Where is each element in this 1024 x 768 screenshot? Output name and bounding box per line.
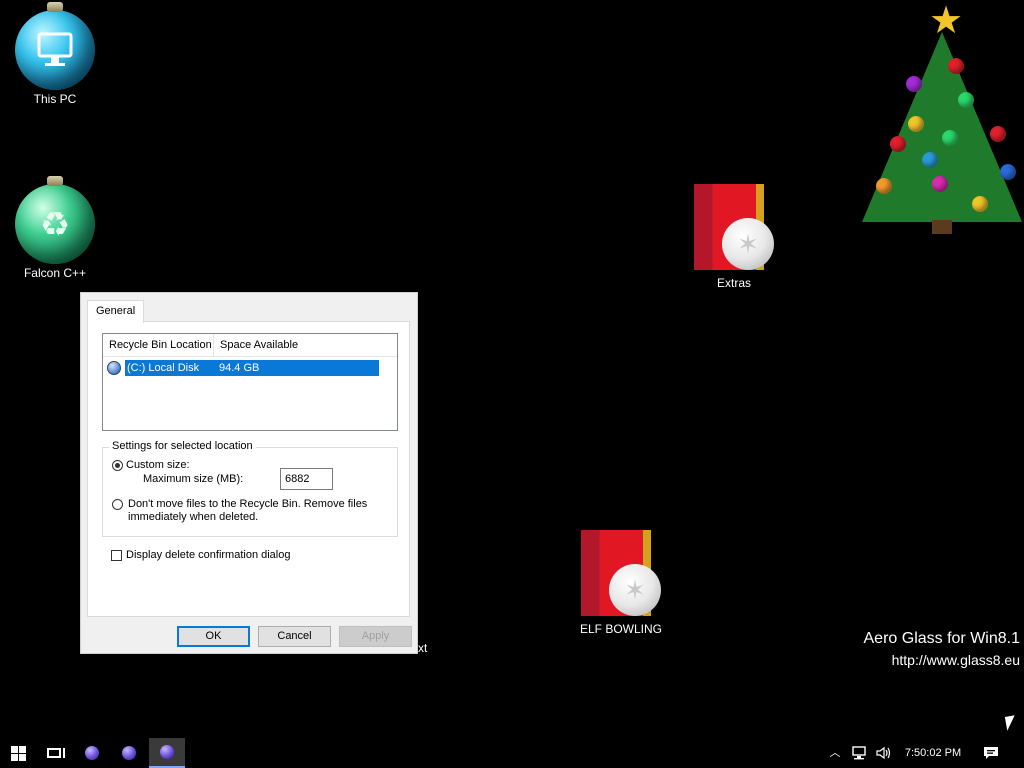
network-button[interactable]: [848, 738, 870, 768]
settings-group: Settings for selected location Custom si…: [102, 440, 398, 537]
cancel-button[interactable]: Cancel: [258, 626, 331, 647]
custom-size-radio[interactable]: [112, 459, 123, 471]
settings-group-title: Settings for selected location: [109, 440, 256, 452]
column-header-space[interactable]: Space Available: [214, 334, 397, 356]
mouse-cursor-icon: [1004, 715, 1018, 731]
volume-button[interactable]: [872, 738, 894, 768]
partial-desktop-label: xt: [418, 641, 428, 655]
ok-button[interactable]: OK: [177, 626, 250, 647]
max-size-input[interactable]: 6882: [280, 468, 333, 490]
app-orb-icon: [122, 746, 136, 760]
gift-ornament-icon: [694, 184, 774, 274]
list-header: Recycle Bin Location Space Available: [103, 334, 397, 357]
show-hidden-icons-button[interactable]: ︿: [826, 738, 844, 768]
svg-text:♻: ♻: [40, 205, 70, 245]
general-tab-panel: Recycle Bin Location Space Available (C:…: [87, 321, 410, 617]
star-icon: ★: [929, 0, 964, 42]
dont-move-label: Don't move files to the Recycle Bin. Rem…: [128, 498, 368, 523]
column-header-location[interactable]: Recycle Bin Location: [103, 334, 214, 356]
custom-size-label: Custom size:: [126, 459, 190, 471]
location-cell: (C:) Local Disk: [127, 362, 200, 374]
watermark-title: Aero Glass for Win8.1: [863, 630, 1021, 647]
clock[interactable]: 7:50:02 PM: [898, 738, 968, 768]
action-center-icon: [984, 747, 998, 760]
app-orb-icon: [85, 746, 99, 760]
dont-move-option[interactable]: Don't move files to the Recycle Bin. Rem…: [112, 498, 382, 524]
volume-icon: [876, 746, 891, 760]
confirm-option[interactable]: Display delete confirmation dialog: [111, 549, 290, 561]
dont-move-radio[interactable]: [112, 499, 123, 510]
desktop-icon-label: Falcon C++: [23, 266, 87, 280]
custom-size-option[interactable]: Custom size:: [112, 459, 190, 471]
taskbar-app-2[interactable]: [111, 738, 147, 768]
watermark-url: http://www.glass8.eu: [891, 652, 1020, 668]
desktop-icon-label: ELF BOWLING: [579, 622, 662, 636]
taskbar-app-1[interactable]: [74, 738, 110, 768]
app-orb-icon: [160, 745, 174, 759]
action-center-button[interactable]: [978, 738, 1004, 768]
confirm-label: Display delete confirmation dialog: [126, 549, 291, 561]
windows-logo-icon: [10, 745, 26, 761]
space-cell: 94.4 GB: [219, 362, 260, 374]
task-view-button[interactable]: [36, 738, 72, 768]
tab-general[interactable]: General: [87, 300, 145, 323]
desktop-icon-label: Extras: [716, 276, 751, 290]
desktop-icon-label: This PC: [33, 92, 77, 106]
task-view-icon: [47, 748, 65, 758]
desktop-icon-extras[interactable]: Extras: [684, 184, 784, 290]
recycle-bin-icon: [107, 361, 121, 375]
start-button[interactable]: [0, 738, 36, 768]
christmas-tree-gadget: ★: [862, 2, 1022, 236]
taskbar-app-3-active[interactable]: [149, 738, 185, 768]
this-pc-icon: [15, 2, 95, 90]
list-item[interactable]: (C:) Local Disk 94.4 GB: [107, 360, 397, 376]
taskbar: ︿ 7:50:02 PM: [0, 738, 1024, 768]
chevron-up-icon: ︿: [829, 747, 841, 759]
confirm-checkbox[interactable]: [111, 549, 122, 561]
network-icon: [852, 746, 866, 760]
desktop-icon-this-pc[interactable]: This PC: [5, 2, 105, 106]
desktop-icon-falcon[interactable]: ♻ Falcon C++: [5, 176, 105, 280]
recycle-bin-location-list[interactable]: Recycle Bin Location Space Available (C:…: [102, 333, 398, 431]
apply-button[interactable]: Apply: [339, 626, 412, 647]
aero-glass-watermark: Aero Glass for Win8.1 http://www.glass8.…: [864, 630, 1021, 668]
recycle-icon: ♻: [15, 176, 95, 264]
max-size-label: Maximum size (MB):: [143, 473, 244, 485]
recycle-bin-properties-dialog: General Recycle Bin Location Space Avail…: [80, 292, 418, 654]
desktop-icon-elf-bowling[interactable]: ELF BOWLING: [571, 530, 671, 636]
selected-row[interactable]: (C:) Local Disk 94.4 GB: [125, 360, 379, 376]
gift-ornament-icon: [581, 530, 661, 620]
